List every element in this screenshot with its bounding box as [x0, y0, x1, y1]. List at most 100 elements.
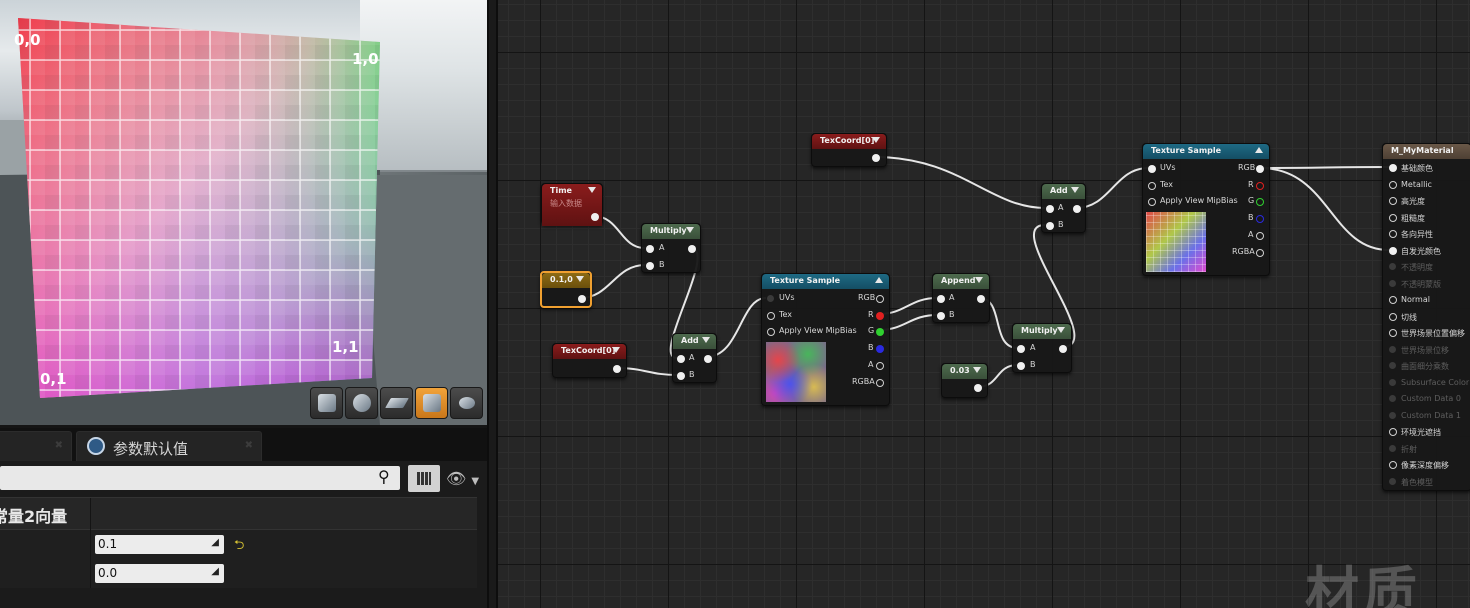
material-input-pin[interactable]: [1389, 329, 1397, 337]
input-pin-uvs[interactable]: [1148, 165, 1156, 173]
output-pin-b[interactable]: [876, 345, 884, 353]
value-g-input[interactable]: 0.0 ◢: [95, 564, 224, 583]
output-pin[interactable]: [1059, 345, 1067, 353]
output-pin-rgba[interactable]: [1256, 249, 1264, 257]
panel-splitter[interactable]: [487, 0, 498, 608]
material-input-pin[interactable]: [1389, 263, 1396, 270]
input-pin-a[interactable]: [1017, 345, 1025, 353]
material-input-pin[interactable]: [1389, 213, 1397, 222]
node-texcoord-2-header[interactable]: TexCoord[0]: [812, 134, 886, 149]
material-input-pin[interactable]: [1389, 395, 1396, 402]
node-multiply-1-header[interactable]: Multiply: [642, 224, 700, 239]
node-add-1[interactable]: Add A B: [672, 333, 717, 383]
chevron-down-icon[interactable]: [588, 187, 596, 193]
material-input-pin[interactable]: [1389, 461, 1397, 469]
output-pin[interactable]: [1073, 205, 1081, 213]
output-pin-a[interactable]: [1256, 232, 1264, 240]
cylinder-preview-button[interactable]: [310, 387, 343, 419]
material-input-pin[interactable]: [1389, 230, 1397, 238]
chevron-down-icon[interactable]: [686, 227, 694, 233]
category-header[interactable]: 常量2向量: [0, 497, 477, 531]
input-pin-b[interactable]: [646, 262, 654, 270]
input-pin-a[interactable]: [1046, 205, 1054, 213]
material-input-pin[interactable]: [1389, 444, 1396, 452]
tab-parameter-defaults[interactable]: 参数默认值 ✖: [76, 431, 262, 461]
sphere-preview-button[interactable]: [345, 387, 378, 419]
node-constant-header[interactable]: 0.03: [942, 364, 987, 379]
output-pin[interactable]: [872, 154, 880, 162]
node-add-2[interactable]: Add A B: [1041, 183, 1086, 233]
input-pin-mipbias[interactable]: [767, 328, 775, 336]
input-pin-tex[interactable]: [1148, 182, 1156, 190]
input-pin-a[interactable]: [937, 295, 945, 303]
output-pin-a[interactable]: [876, 362, 884, 370]
reset-to-default-icon[interactable]: ⮌: [234, 536, 244, 558]
input-pin-tex[interactable]: [767, 312, 775, 320]
search-icon[interactable]: ⚲: [378, 468, 396, 486]
input-pin-a[interactable]: [677, 355, 685, 363]
output-pin[interactable]: [613, 365, 621, 373]
chevron-down-icon[interactable]: [872, 137, 880, 143]
output-pin[interactable]: [578, 295, 586, 303]
output-pin[interactable]: [974, 384, 982, 392]
output-pin[interactable]: [591, 213, 599, 221]
node-material-result-header[interactable]: M_MyMaterial: [1383, 144, 1470, 159]
chevron-down-icon[interactable]: [576, 276, 584, 282]
plane-preview-button[interactable]: [380, 387, 413, 419]
visibility-dropdown[interactable]: 👁 ▼: [446, 469, 479, 488]
output-pin-r[interactable]: [876, 312, 884, 320]
node-constant[interactable]: 0.03: [941, 363, 988, 398]
input-pin-uvs[interactable]: [767, 295, 774, 302]
close-icon[interactable]: ✖: [245, 440, 253, 451]
input-pin-b[interactable]: [677, 372, 685, 380]
collapse-icon[interactable]: [1255, 147, 1263, 153]
material-input-pin[interactable]: [1389, 428, 1397, 436]
details-search-input[interactable]: ⚲: [0, 466, 400, 490]
drag-handle-icon[interactable]: ◢: [211, 566, 219, 577]
node-append-header[interactable]: Append: [933, 274, 989, 289]
node-constant2vector[interactable]: 0.1,0: [540, 271, 592, 308]
material-input-pin[interactable]: [1389, 296, 1397, 304]
output-pin-rgb[interactable]: [1256, 165, 1264, 173]
scrollbar[interactable]: [489, 0, 496, 608]
teapot-preview-button[interactable]: [450, 387, 483, 419]
node-texture-sample-2[interactable]: Texture Sample UVs Tex Apply View MipBia…: [1142, 143, 1270, 276]
material-input-pin[interactable]: [1389, 197, 1397, 205]
material-input-pin[interactable]: [1389, 477, 1396, 485]
node-multiply-2-header[interactable]: Multiply: [1013, 324, 1071, 339]
material-input-pin[interactable]: [1389, 164, 1397, 172]
node-texture-sample-1-header[interactable]: Texture Sample: [762, 274, 889, 289]
output-pin[interactable]: [688, 245, 696, 253]
node-texcoord-2[interactable]: TexCoord[0]: [811, 133, 887, 167]
view-options-button[interactable]: [408, 465, 440, 492]
output-pin-g[interactable]: [1256, 198, 1264, 206]
collapse-icon[interactable]: [875, 277, 883, 283]
drag-handle-icon[interactable]: ◢: [211, 537, 219, 548]
chevron-down-icon[interactable]: [975, 277, 983, 283]
node-constant2vector-header[interactable]: 0.1,0: [542, 273, 590, 288]
material-input-pin[interactable]: [1389, 246, 1397, 255]
node-texcoord-1[interactable]: TexCoord[0]: [552, 343, 627, 378]
value-r-input[interactable]: 0.1 ◢: [95, 535, 224, 554]
preview-viewport[interactable]: 0,0 1,0 1,1 0,1: [0, 0, 487, 425]
chevron-down-icon[interactable]: [1071, 187, 1079, 193]
node-add-2-header[interactable]: Add: [1042, 184, 1085, 199]
material-input-pin[interactable]: [1389, 362, 1396, 369]
input-pin-b[interactable]: [1017, 362, 1025, 370]
output-pin[interactable]: [704, 355, 712, 363]
chevron-down-icon[interactable]: [702, 337, 710, 343]
output-pin-rgba[interactable]: [876, 379, 884, 387]
input-pin-mipbias[interactable]: [1148, 198, 1156, 206]
node-multiply-1[interactable]: Multiply A B: [641, 223, 701, 273]
tab-details[interactable]: ✖: [0, 431, 72, 461]
input-pin-b[interactable]: [937, 312, 945, 320]
node-add-1-header[interactable]: Add: [673, 334, 716, 349]
node-append[interactable]: Append A B: [932, 273, 990, 323]
node-texcoord-1-header[interactable]: TexCoord[0]: [553, 344, 626, 359]
material-input-pin[interactable]: [1389, 312, 1397, 321]
output-pin-g[interactable]: [876, 328, 884, 336]
cube-preview-button[interactable]: [415, 387, 448, 419]
node-texture-sample-2-header[interactable]: Texture Sample: [1143, 144, 1269, 159]
material-input-pin[interactable]: [1389, 378, 1396, 386]
input-pin-a[interactable]: [646, 245, 654, 253]
